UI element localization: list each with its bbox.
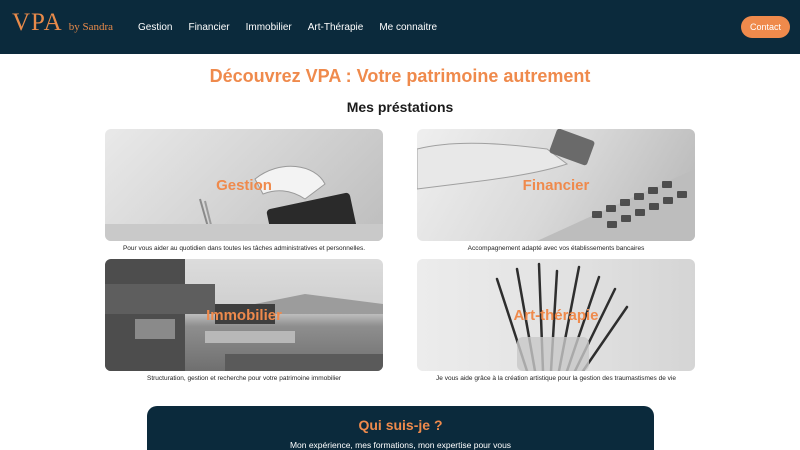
page-title: Découvrez VPA : Votre patrimoine autreme… <box>209 66 591 86</box>
services-title: Mes préstations <box>346 99 454 115</box>
nav-link-gestion[interactable]: Gestion <box>138 22 172 33</box>
immobilier-image: Immobilier <box>105 259 383 371</box>
card-title-immobilier: Immobilier <box>206 306 282 324</box>
main-nav: Gestion Financier Immobilier Art-Thérapi… <box>138 0 437 54</box>
brand-logo[interactable]: VPA by Sandra <box>12 9 113 37</box>
card-title-art-therapie: Art-thérapie <box>513 306 599 324</box>
financier-image: Financier <box>417 129 695 241</box>
contact-button[interactable]: Contact <box>741 16 790 38</box>
service-card-art-therapie[interactable]: Art-thérapie Je vous aide grâce à la cré… <box>417 259 695 382</box>
nav-link-immobilier[interactable]: Immobilier <box>246 22 292 33</box>
service-card-gestion[interactable]: Gestion Pour vous aider au quotidien dan… <box>105 129 383 252</box>
card-desc-art-therapie: Je vous aide grâce à la création artisti… <box>436 375 676 382</box>
nav-link-art-therapie[interactable]: Art-Thérapie <box>308 22 364 33</box>
art-therapie-image: Art-thérapie <box>417 259 695 371</box>
gestion-image: Gestion <box>105 129 383 241</box>
card-title-financier: Financier <box>522 176 590 194</box>
nav-link-financier[interactable]: Financier <box>188 22 229 33</box>
navbar: VPA by Sandra Gestion Financier Immobili… <box>0 0 800 54</box>
about-section[interactable]: Qui suis-je ? Mon expérience, mes format… <box>147 406 654 450</box>
card-desc-immobilier: Structuration, gestion et recherche pour… <box>146 375 341 382</box>
brand-name: VPA <box>12 9 63 36</box>
about-title: Qui suis-je ? <box>358 417 443 433</box>
about-subtitle: Mon expérience, mes formations, mon expe… <box>289 440 512 450</box>
nav-link-me-connaitre[interactable]: Me connaitre <box>379 22 437 33</box>
brand-subtitle: by Sandra <box>68 21 114 33</box>
card-title-gestion: Gestion <box>216 176 272 194</box>
service-card-immobilier[interactable]: Immobilier Structuration, gestion et rec… <box>105 259 383 382</box>
card-desc-gestion: Pour vous aider au quotidien dans toutes… <box>122 245 366 252</box>
service-card-financier[interactable]: Financier Accompagnement adapté avec vos… <box>417 129 695 252</box>
card-desc-financier: Accompagnement adapté avec vos établisse… <box>467 245 645 252</box>
